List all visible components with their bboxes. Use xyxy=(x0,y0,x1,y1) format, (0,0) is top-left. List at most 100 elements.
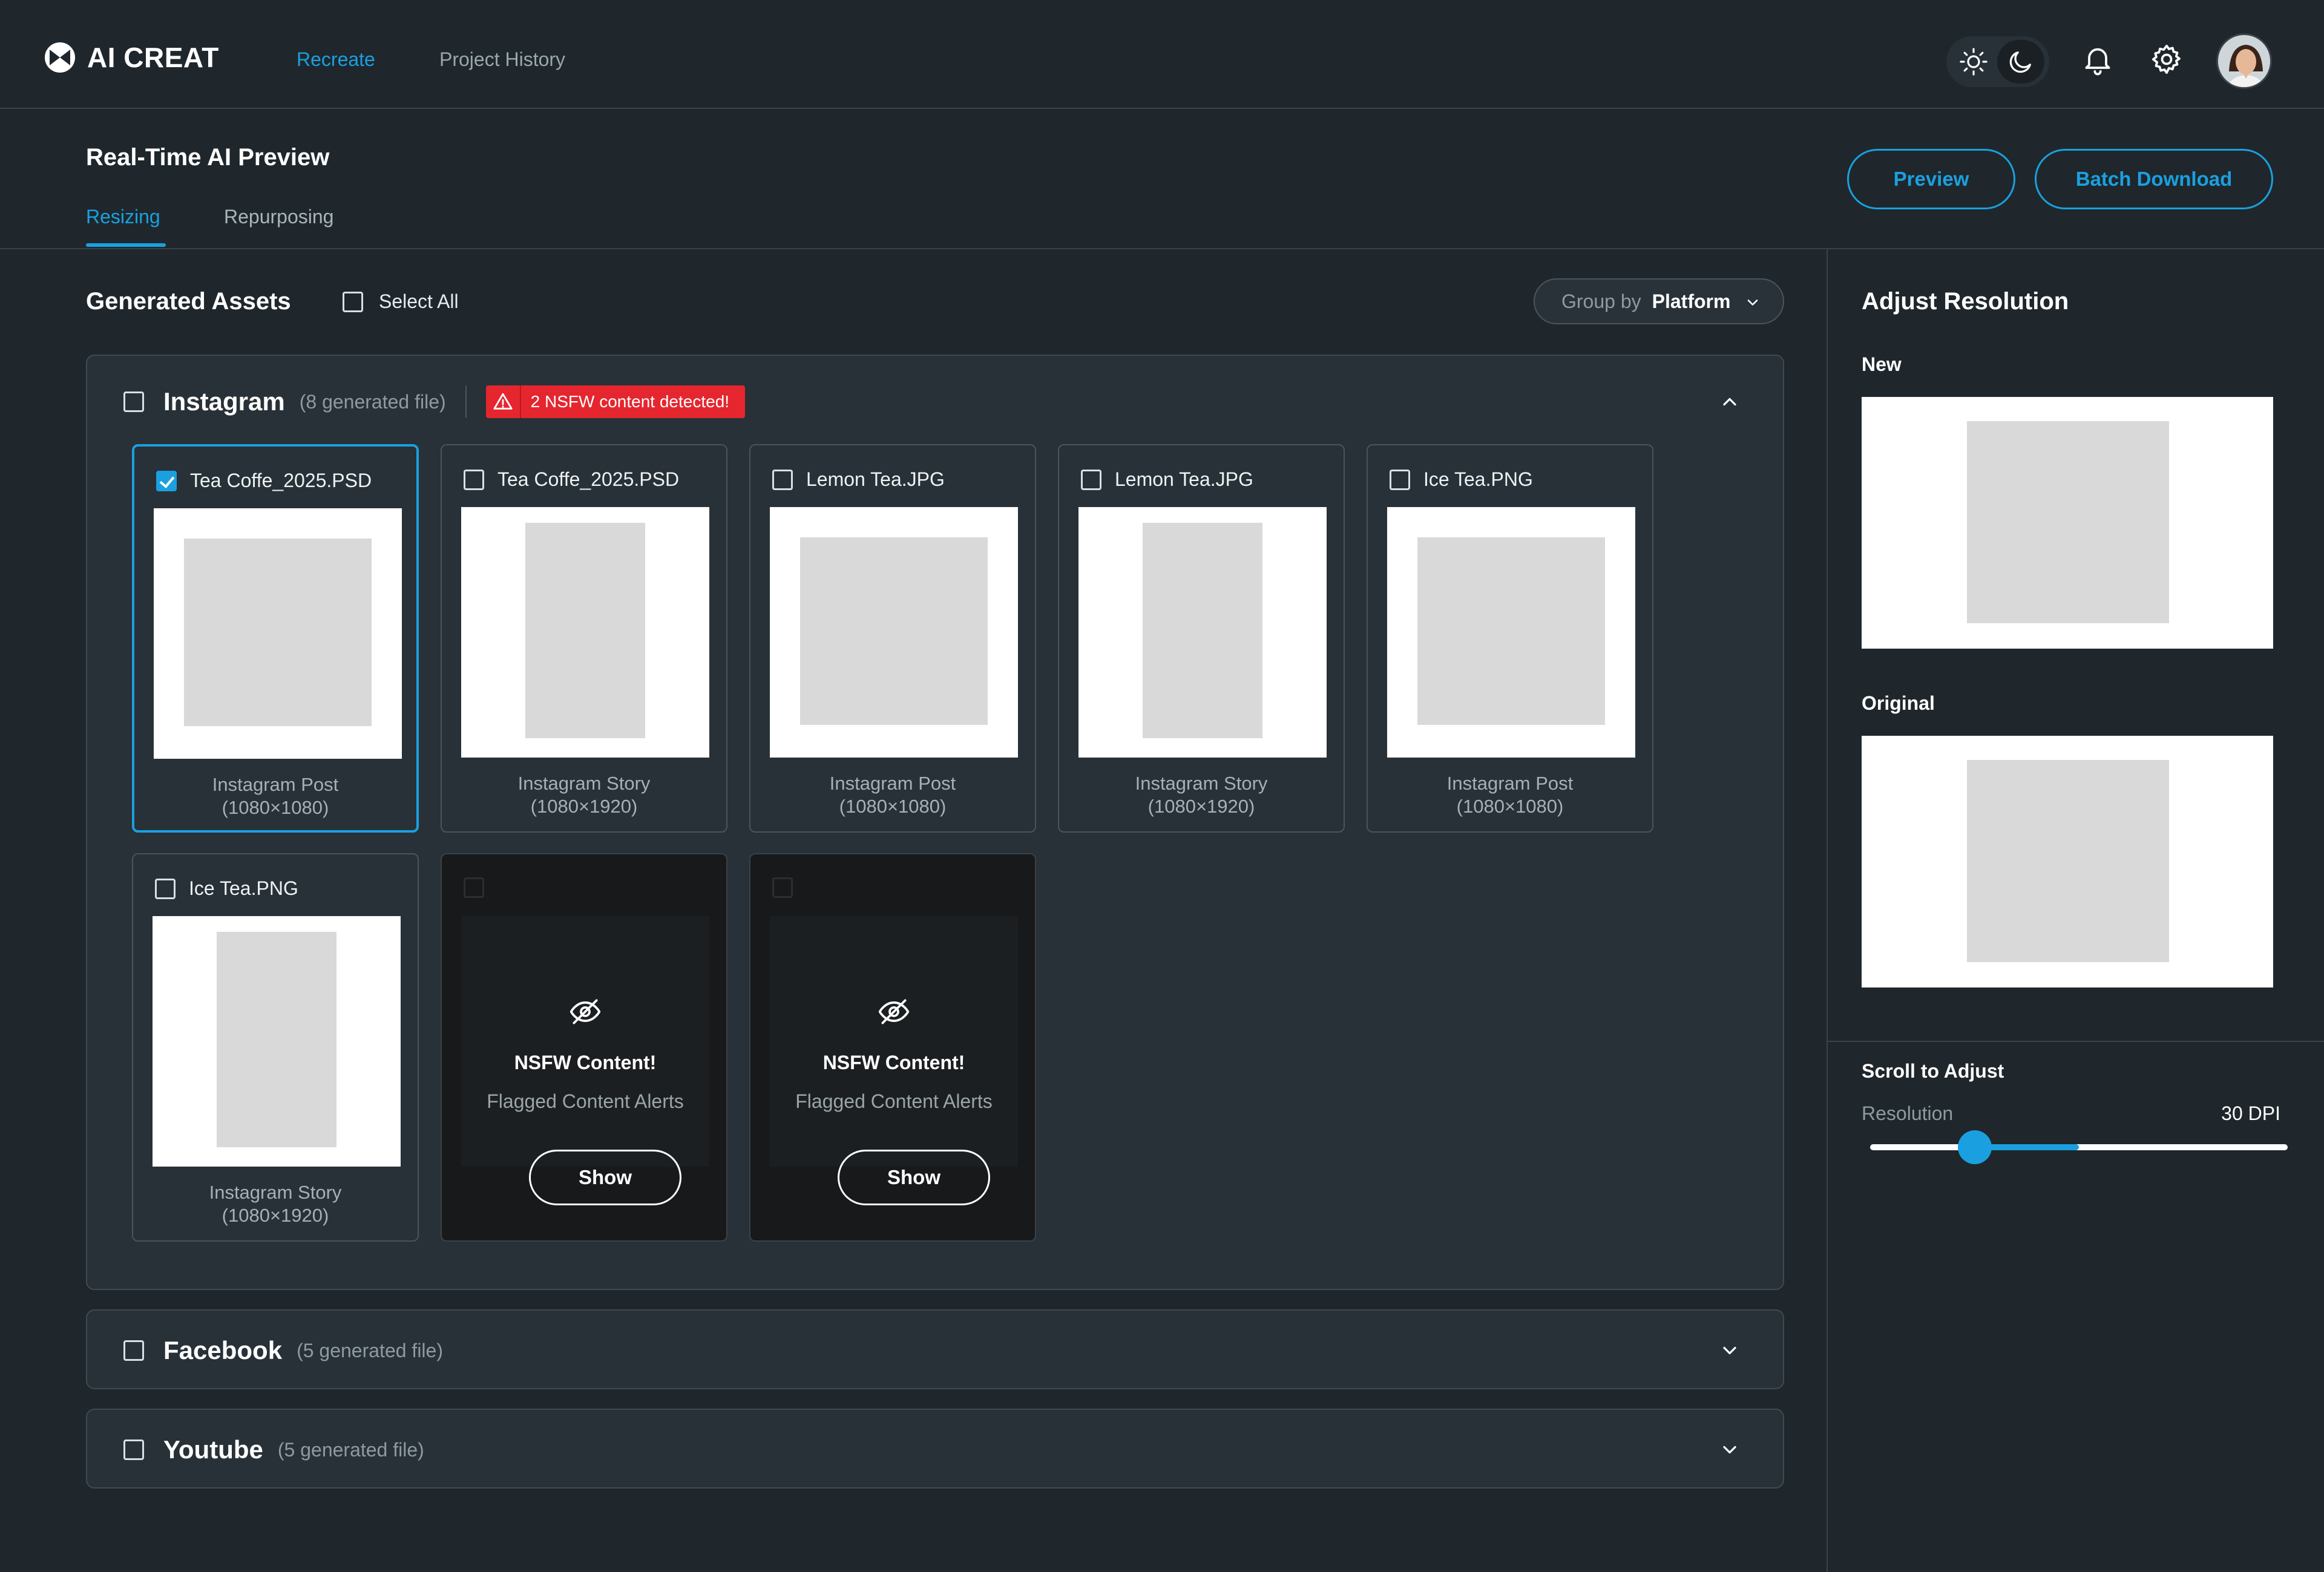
instagram-checkbox[interactable] xyxy=(123,391,144,412)
asset-filename: Ice Tea.PNG xyxy=(189,877,298,899)
chevron-down-icon[interactable] xyxy=(1719,1340,1741,1361)
chevron-up-icon[interactable] xyxy=(1719,391,1741,413)
resolution-slider[interactable] xyxy=(1870,1130,2288,1164)
asset-size: (1080×1920) xyxy=(530,796,638,817)
gear-icon xyxy=(2152,44,2181,74)
asset-checkbox[interactable] xyxy=(156,470,177,491)
asset-checkbox[interactable] xyxy=(1081,469,1101,490)
asset-filename: Lemon Tea.JPG xyxy=(1115,468,1253,490)
show-button[interactable]: Show xyxy=(529,1150,681,1205)
asset-caption: Instagram Story (1080×1920) xyxy=(442,772,726,818)
scroll-to-adjust-title: Scroll to Adjust xyxy=(1862,1060,2004,1082)
asset-format: Instagram Story xyxy=(1135,773,1268,794)
nsfw-title: NSFW Content! xyxy=(822,1052,965,1073)
select-all[interactable]: Select All xyxy=(343,290,459,313)
group-by-label: Group by xyxy=(1561,290,1641,312)
warning-icon xyxy=(486,385,521,418)
asset-size: (1080×1920) xyxy=(222,1205,329,1226)
asset-checkbox xyxy=(772,877,793,898)
image-placeholder xyxy=(1967,421,2169,623)
settings-button[interactable] xyxy=(2147,40,2186,79)
new-preview xyxy=(1862,397,2273,649)
youtube-count: (5 generated file) xyxy=(277,1438,424,1461)
image-placeholder xyxy=(1967,760,2169,962)
blurred-header xyxy=(464,877,484,898)
avatar[interactable] xyxy=(2216,33,2272,89)
divider xyxy=(1828,1041,2324,1042)
tab-resizing[interactable]: Resizing xyxy=(86,206,160,228)
asset-thumbnail xyxy=(461,507,709,758)
nsfw-asset-card: NSFW Content! Flagged Content Alerts Sho… xyxy=(441,853,727,1242)
eye-off-icon xyxy=(770,995,1018,1029)
page-title: Real-Time AI Preview xyxy=(86,144,330,171)
facebook-panel[interactable]: Facebook (5 generated file) xyxy=(86,1309,1784,1389)
slider-thumb[interactable] xyxy=(1958,1130,1992,1164)
tab-repurposing[interactable]: Repurposing xyxy=(224,206,333,228)
select-all-label: Select All xyxy=(379,290,459,312)
instagram-panel-header[interactable]: Instagram (8 generated file) 2 NSFW cont… xyxy=(123,378,746,426)
facebook-title: Facebook xyxy=(163,1336,283,1364)
facebook-panel-header[interactable]: Facebook (5 generated file) xyxy=(123,1326,443,1375)
instagram-title: Instagram xyxy=(163,387,285,416)
light-mode-button[interactable] xyxy=(1950,40,1997,84)
main-content: Generated Assets Select All Group by Pla… xyxy=(0,249,1827,1572)
generated-assets-title: Generated Assets xyxy=(86,288,291,315)
nav-recreate[interactable]: Recreate xyxy=(297,48,375,71)
asset-thumbnail xyxy=(1078,507,1327,758)
show-button[interactable]: Show xyxy=(838,1150,990,1205)
asset-thumbnail xyxy=(1387,507,1635,758)
nsfw-alert-text: 2 NSFW content detected! xyxy=(530,392,730,411)
select-all-checkbox[interactable] xyxy=(343,291,363,312)
asset-caption: Instagram Story (1080×1920) xyxy=(133,1181,418,1227)
asset-caption: Instagram Post (1080×1080) xyxy=(1368,772,1652,818)
moon-icon xyxy=(2009,51,2031,73)
asset-card[interactable]: Ice Tea.PNG Instagram Post (1080×1080) xyxy=(1367,444,1653,833)
asset-thumbnail xyxy=(770,507,1018,758)
eye-off-icon xyxy=(461,995,709,1029)
youtube-panel-header[interactable]: Youtube (5 generated file) xyxy=(123,1426,424,1474)
asset-filename: Ice Tea.PNG xyxy=(1423,468,1533,490)
new-label: New xyxy=(1862,353,1902,375)
asset-card[interactable]: Lemon Tea.JPG Instagram Post (1080×1080) xyxy=(749,444,1036,833)
asset-format: Instagram Story xyxy=(517,773,651,794)
bell-icon xyxy=(2085,48,2110,76)
asset-card[interactable]: Ice Tea.PNG Instagram Story (1080×1920) xyxy=(132,853,419,1242)
group-by-value: Platform xyxy=(1652,290,1731,312)
asset-caption: Instagram Story (1080×1920) xyxy=(1059,772,1344,818)
adjust-resolution-title: Adjust Resolution xyxy=(1862,288,2069,315)
user-avatar-icon xyxy=(2218,35,2270,87)
image-placeholder xyxy=(800,537,988,725)
asset-format: Instagram Story xyxy=(209,1182,342,1203)
preview-button[interactable]: Preview xyxy=(1847,149,2015,209)
chevron-down-icon[interactable] xyxy=(1719,1439,1741,1461)
asset-checkbox[interactable] xyxy=(1390,469,1410,490)
asset-thumbnail xyxy=(154,508,402,759)
group-by-dropdown[interactable]: Group by Platform xyxy=(1534,278,1784,324)
asset-card[interactable]: Tea Coffe_2025.PSD Instagram Post (1080×1… xyxy=(132,444,419,833)
sun-icon xyxy=(1960,48,1988,76)
image-placeholder xyxy=(184,539,372,726)
active-tab-indicator xyxy=(86,243,166,247)
nav-project-history[interactable]: Project History xyxy=(439,48,565,71)
logo[interactable]: AI CREAT xyxy=(44,41,219,74)
asset-checkbox[interactable] xyxy=(772,469,793,490)
nsfw-alert-badge: 2 NSFW content detected! xyxy=(485,385,746,418)
theme-toggle[interactable] xyxy=(1946,36,2049,87)
youtube-panel[interactable]: Youtube (5 generated file) xyxy=(86,1409,1784,1488)
asset-card[interactable]: Tea Coffe_2025.PSD Instagram Story (1080×… xyxy=(441,444,727,833)
notifications-button[interactable] xyxy=(2078,40,2117,79)
nsfw-subtitle: Flagged Content Alerts xyxy=(487,1090,684,1112)
divider xyxy=(465,385,467,418)
youtube-checkbox[interactable] xyxy=(123,1439,144,1460)
batch-download-button[interactable]: Batch Download xyxy=(2035,149,2273,209)
resolution-label: Resolution xyxy=(1862,1102,1954,1124)
asset-size: (1080×1080) xyxy=(222,797,329,818)
asset-size: (1080×1920) xyxy=(1147,796,1255,817)
asset-size: (1080×1080) xyxy=(839,796,947,817)
asset-size: (1080×1080) xyxy=(1456,796,1564,817)
facebook-checkbox[interactable] xyxy=(123,1340,144,1361)
asset-card[interactable]: Lemon Tea.JPG Instagram Story (1080×1920) xyxy=(1058,444,1345,833)
asset-checkbox[interactable] xyxy=(464,469,484,490)
dark-mode-button[interactable] xyxy=(1997,40,2044,84)
asset-checkbox[interactable] xyxy=(155,878,176,899)
